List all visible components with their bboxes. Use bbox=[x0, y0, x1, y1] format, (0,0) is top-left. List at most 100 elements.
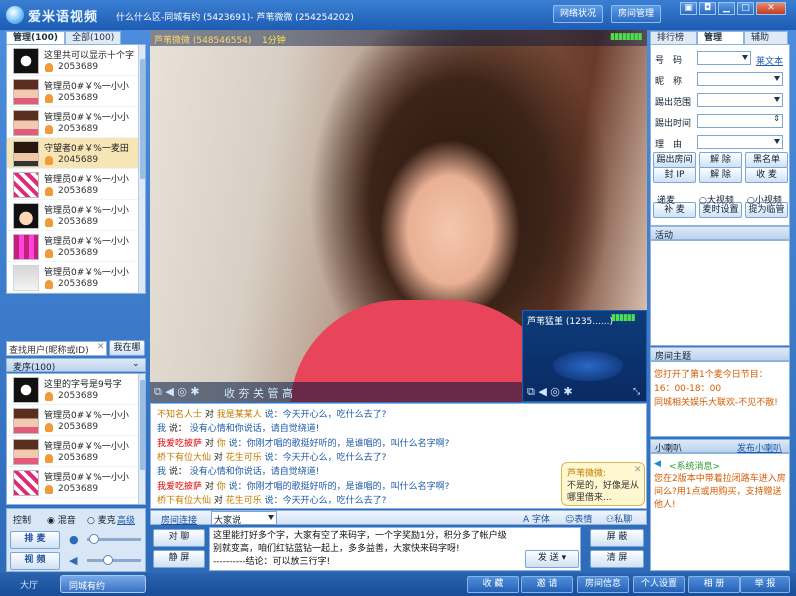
maximize-icon[interactable]: □ bbox=[737, 2, 754, 15]
user-list: 这里共可以显示十个字 2053689 管理员0#￥%一小小 2053689 管理员0#￥… bbox=[6, 44, 146, 294]
bottom-action-button[interactable]: 举 报 bbox=[740, 576, 790, 593]
activity-header: 活动 bbox=[650, 226, 790, 241]
user-name: 守望者0#￥%一麦田 bbox=[44, 144, 129, 154]
video-controls-icons[interactable]: ⧉ ◀ ◎ ✱ bbox=[154, 385, 200, 399]
list-item[interactable]: 管理员0#￥%一小小 2053689 bbox=[7, 76, 145, 107]
big-video-radio[interactable]: ○大视频 bbox=[699, 193, 734, 206]
list-item[interactable]: 管理员0#￥%一小小 2053689 bbox=[7, 107, 145, 138]
chat-receiver[interactable]: 你 bbox=[217, 482, 226, 492]
manage-action-button[interactable]: 收 麦 bbox=[745, 167, 788, 183]
minimize-icon[interactable]: ▁ bbox=[718, 2, 735, 15]
clear-search-icon[interactable]: ✕ bbox=[97, 342, 105, 352]
user-name: 这里共可以显示十个字 bbox=[44, 51, 135, 61]
list-item[interactable]: 守望者0#￥%一麦田 2045689 bbox=[7, 138, 145, 169]
field-select[interactable] bbox=[697, 93, 783, 107]
block-button[interactable]: 屏 蔽 bbox=[590, 529, 644, 547]
manage-action-button[interactable]: 黑名单 bbox=[745, 152, 788, 168]
manage-action-button[interactable]: 封 IP bbox=[653, 167, 696, 183]
field-select[interactable] bbox=[697, 135, 783, 149]
chat-receiver[interactable]: 花生可乐 bbox=[226, 453, 262, 463]
tab-assist[interactable]: 辅助 bbox=[744, 31, 788, 45]
chat-sender[interactable]: 我 bbox=[157, 467, 166, 477]
public-chat-button[interactable]: 对 聊 bbox=[153, 529, 205, 547]
field-label: 理 由 bbox=[655, 140, 683, 150]
mic-volume-knob[interactable] bbox=[89, 534, 99, 544]
bottom-action-button[interactable]: 收 藏 bbox=[467, 576, 519, 593]
list-item[interactable]: 管理员0#￥%一小小 2053689 bbox=[7, 262, 145, 293]
list-item[interactable]: 管理员0#￥%一小小 2053689 bbox=[7, 467, 145, 498]
chat-receiver[interactable]: 你 bbox=[217, 439, 226, 449]
close-icon[interactable]: ✕ bbox=[756, 2, 786, 15]
topic-line: 16：00-18：00 bbox=[654, 384, 722, 394]
chat-receiver[interactable]: 花生可乐 bbox=[226, 496, 262, 506]
manage-action-button[interactable]: 解 除 bbox=[699, 152, 742, 168]
chat-sender[interactable]: 桥下有位大仙 bbox=[157, 453, 211, 463]
list-item[interactable]: 管理员0#￥%一小小 2053689 bbox=[7, 169, 145, 200]
mic-queue-header[interactable]: 麦序(100) ⌄ bbox=[6, 358, 146, 373]
private-chat-button[interactable]: ⚇私聊 bbox=[606, 512, 632, 525]
small-video-controls[interactable]: ⧉ ◀ ◎ ✱ bbox=[527, 385, 573, 399]
video-button[interactable]: 视 频 bbox=[10, 552, 60, 570]
locate-me-button[interactable]: 我在哪 bbox=[109, 340, 145, 356]
field-label: 昵 称 bbox=[655, 77, 683, 87]
bottom-action-button[interactable]: 邀 请 bbox=[521, 576, 573, 593]
spin-icon[interactable]: ⇕ bbox=[773, 114, 780, 123]
speaker-volume-slider[interactable] bbox=[87, 559, 141, 562]
list-item[interactable]: 管理员0#￥%一小小 2053689 bbox=[7, 231, 145, 262]
list-item[interactable]: 管理员0#￥%一小小 2053689 bbox=[7, 405, 145, 436]
chat-message: 不知名人士 对 我是某某人 说：今天开心么，吃什么去了? bbox=[157, 407, 386, 420]
mic-radio[interactable]: ○ 麦克 bbox=[87, 513, 116, 526]
user-id: 2053689 bbox=[58, 124, 99, 134]
skin-icon[interactable]: ▣ bbox=[680, 2, 697, 15]
chat-sender[interactable]: 我爱吃披萨 bbox=[157, 482, 202, 492]
field-select[interactable]: ⇕ bbox=[697, 114, 783, 128]
resize-icon[interactable]: ⤡ bbox=[633, 387, 640, 397]
list-item[interactable]: 管理员0#￥%一小小 2053689 bbox=[7, 200, 145, 231]
speaker-volume-knob[interactable] bbox=[103, 555, 113, 565]
bottom-action-button[interactable]: 房间信息 bbox=[577, 576, 629, 593]
emoji-button[interactable]: ☺表情 bbox=[565, 512, 592, 525]
clear-screen-button[interactable]: 清 屏 bbox=[590, 550, 644, 568]
popup-close-icon[interactable]: ✕ bbox=[634, 465, 642, 475]
tab-manage[interactable]: 管理 bbox=[697, 31, 744, 45]
advanced-link[interactable]: 高级 bbox=[117, 513, 135, 526]
bottom-action-button[interactable]: 个人设置 bbox=[633, 576, 685, 593]
room-tab[interactable]: 同城有约 bbox=[60, 575, 146, 593]
room-connect-link[interactable]: 房间连接 bbox=[161, 513, 197, 526]
chat-sender[interactable]: 我 bbox=[157, 424, 166, 434]
list-item[interactable]: 这里共可以显示十个字 2053689 bbox=[7, 45, 145, 76]
queue-mic-button[interactable]: 排 麦 bbox=[10, 531, 60, 549]
list-item[interactable]: 这里的字号是9号字 2053689 bbox=[7, 374, 145, 405]
user-search-field[interactable]: 查找用户(昵称或ID) bbox=[6, 341, 107, 356]
font-button[interactable]: A 字体 bbox=[523, 512, 550, 525]
tab-ranking[interactable]: 排行榜 bbox=[650, 31, 697, 45]
lock-icon[interactable]: ◘ bbox=[699, 2, 716, 15]
chat-sender[interactable]: 不知名人士 bbox=[157, 410, 202, 420]
tab-all[interactable]: 全部(100) bbox=[65, 31, 122, 45]
video-controls-label[interactable]: 收 夯 关 管 高 bbox=[224, 385, 293, 401]
queue-scrollbar[interactable] bbox=[138, 374, 145, 504]
plain-text-link[interactable]: 莱文本 bbox=[756, 54, 783, 67]
mute-screen-button[interactable]: 静 屏 bbox=[153, 550, 205, 568]
user-list-scrollbar[interactable] bbox=[138, 45, 145, 293]
manage-action-button[interactable]: 解 除 bbox=[699, 167, 742, 183]
pass-mic-label: 递麦 bbox=[657, 196, 676, 206]
send-button[interactable]: 发 送 ▾ bbox=[525, 550, 579, 568]
mix-radio[interactable]: ◉ 混音 bbox=[47, 513, 76, 526]
field-select[interactable] bbox=[697, 51, 751, 65]
tab-managers[interactable]: 管理(100) bbox=[6, 31, 66, 45]
chat-sender[interactable]: 我爱吃披萨 bbox=[157, 439, 202, 449]
field-select[interactable] bbox=[697, 72, 783, 86]
chat-target-select[interactable]: 大家说 bbox=[211, 511, 277, 526]
chat-sender[interactable]: 桥下有位大仙 bbox=[157, 496, 211, 506]
user-name: 管理员0#￥%一小小 bbox=[44, 206, 129, 216]
list-item[interactable]: 管理员0#￥%一小小 2053689 bbox=[7, 436, 145, 467]
small-video-radio[interactable]: ○小视频 bbox=[747, 193, 782, 206]
bottom-action-button[interactable]: 相 册 bbox=[688, 576, 740, 593]
chat-receiver[interactable]: 我是某某人 bbox=[217, 410, 262, 420]
manage-action-button[interactable]: 踢出房间 bbox=[653, 152, 696, 168]
lobby-tab[interactable]: 大厅 bbox=[20, 578, 38, 591]
room-title: 什么什么区-同城有约 (5423691)- 芦苇微微 (254254202) bbox=[116, 13, 354, 23]
network-status-button[interactable]: 网络状况 bbox=[553, 5, 604, 23]
room-manage-button[interactable]: 房间管理 bbox=[611, 5, 662, 23]
